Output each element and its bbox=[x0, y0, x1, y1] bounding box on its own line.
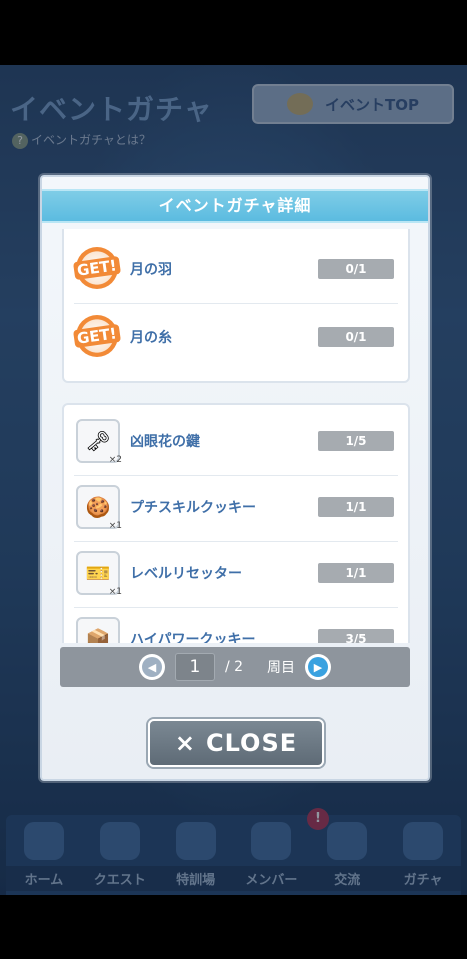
next-page-button[interactable]: ▶ bbox=[305, 654, 332, 680]
arrow-left-icon: ◀ bbox=[141, 657, 162, 677]
close-button[interactable]: × CLOSE bbox=[148, 719, 324, 767]
arrow-right-icon: ▶ bbox=[308, 657, 329, 677]
reward-panel-limited: GET! 月の羽 0/1 GET! 月の糸 0/1 bbox=[62, 229, 410, 383]
get-badge-icon: GET! bbox=[73, 247, 121, 289]
item-count: 1/1 bbox=[318, 497, 394, 517]
modal-title: イベントガチャ詳細 bbox=[42, 189, 428, 223]
reward-panel-items: 🗝 ×2 凶眼花の鍵 1/5 🍪 ×1 プチスキルクッキー 1/1 🎫 ×1 レベルリ… bbox=[62, 403, 410, 643]
list-item: 🗝 ×2 凶眼花の鍵 1/5 bbox=[76, 411, 396, 471]
divider bbox=[74, 475, 398, 476]
item-count: 3/5 bbox=[318, 629, 394, 643]
item-list-scroll[interactable]: GET! 月の羽 0/1 GET! 月の糸 0/1 🗝×2 凶眼花の鍵 1/5 bbox=[60, 229, 410, 643]
item-qty: ×2 bbox=[108, 455, 122, 465]
list-item: 📦 ハイパワークッキー 3/5 bbox=[76, 609, 396, 643]
close-label: CLOSE bbox=[205, 729, 298, 757]
list-item: 🎫 ×1 レベルリセッター 1/1 bbox=[76, 543, 396, 603]
get-badge-text: GET! bbox=[73, 255, 121, 281]
divider bbox=[74, 303, 398, 304]
item-name: 凶眼花の鍵 bbox=[130, 434, 200, 450]
item-count: 0/1 bbox=[318, 259, 394, 279]
gacha-detail-modal: イベントガチャ詳細 GET! 月の羽 0/1 GET! 月の糸 0/1 🗝×2 bbox=[40, 175, 430, 781]
list-item: GET! 月の糸 0/1 bbox=[73, 307, 396, 367]
system-bar bbox=[0, 895, 467, 959]
item-name: 月の糸 bbox=[130, 330, 172, 346]
item-name: プチスキルクッキー bbox=[130, 500, 256, 516]
item-name: レベルリセッター bbox=[130, 566, 242, 582]
get-badge-text: GET! bbox=[73, 323, 121, 349]
get-badge-icon: GET! bbox=[73, 315, 121, 357]
prev-page-button[interactable]: ◀ bbox=[138, 654, 165, 680]
page-number: 1 bbox=[174, 653, 215, 681]
box-icon: 📦 bbox=[76, 617, 120, 643]
item-count: 0/1 bbox=[318, 327, 394, 347]
item-name: ハイパワークッキー bbox=[130, 632, 256, 643]
divider bbox=[74, 541, 398, 542]
item-count: 1/5 bbox=[318, 431, 394, 451]
page-suffix: 周目 bbox=[267, 660, 296, 676]
status-bar bbox=[0, 0, 467, 65]
item-name: 月の羽 bbox=[130, 262, 172, 278]
list-item: GET! 月の羽 0/1 bbox=[73, 239, 396, 299]
page-total: / 2 bbox=[224, 659, 244, 675]
stage: イベントガチャ ? イベントガチャとは？ イベントTOP ホーム クエスト 特訓場… bbox=[0, 0, 467, 959]
close-icon: × bbox=[174, 729, 196, 757]
divider bbox=[74, 607, 398, 608]
item-qty: ×1 bbox=[108, 521, 122, 531]
page-selector: ◀ 1 / 2 周目 ▶ bbox=[60, 647, 410, 687]
list-item: 🍪 ×1 プチスキルクッキー 1/1 bbox=[76, 477, 396, 537]
item-count: 1/1 bbox=[318, 563, 394, 583]
item-qty: ×1 bbox=[108, 587, 122, 597]
